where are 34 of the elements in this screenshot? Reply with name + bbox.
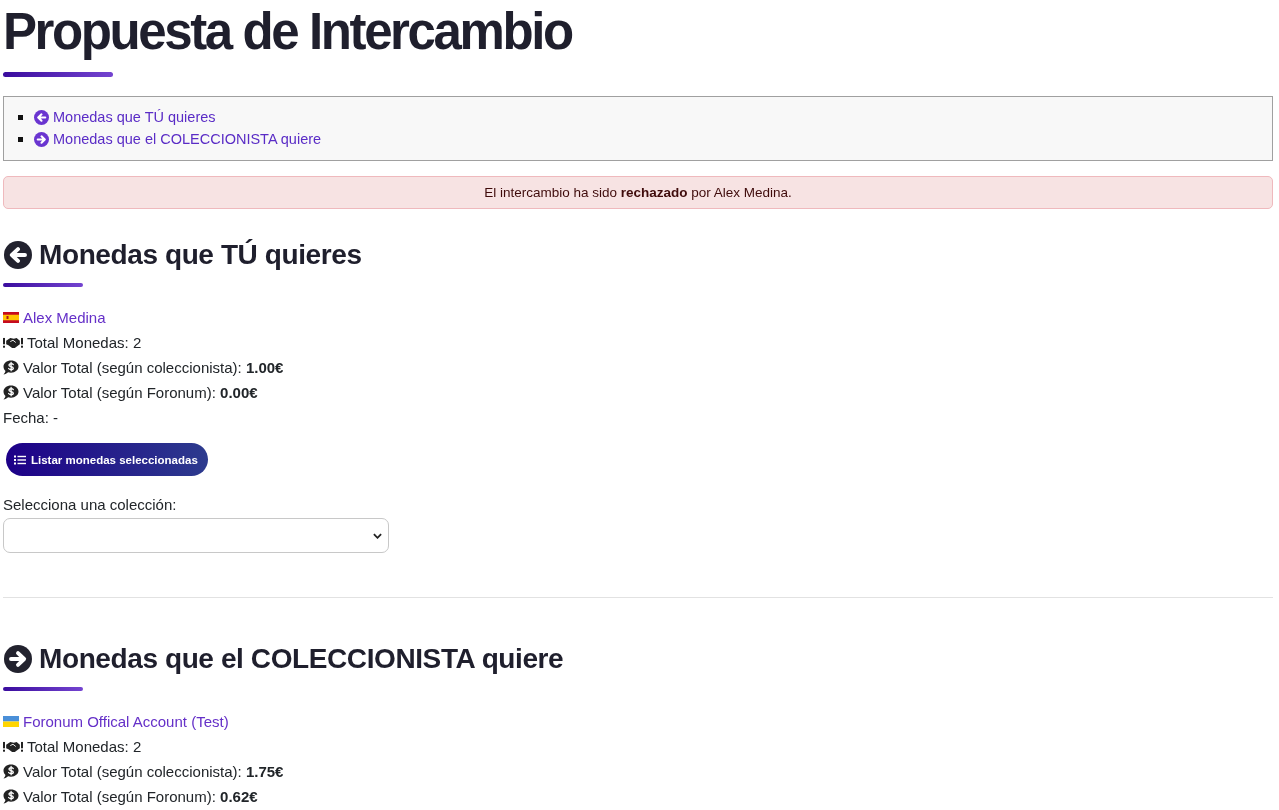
toc-link[interactable]: Monedas que TÚ quieres	[34, 109, 216, 125]
collection-select[interactable]	[3, 518, 389, 553]
info-text: Valor Total (según Foronum): 0.00€	[23, 384, 258, 401]
right-arrow-circle-icon	[4, 645, 32, 673]
chevron-down-icon	[373, 532, 382, 539]
field-label: Selecciona una colección:	[3, 496, 177, 514]
left-arrow-circle-icon	[34, 109, 49, 125]
bullet-icon	[18, 114, 23, 120]
left-arrow-circle-icon	[4, 241, 32, 269]
dollar-speech-bubble-icon	[3, 789, 19, 804]
flag-icon	[3, 716, 19, 727]
list-icon	[14, 454, 26, 465]
section-heading: Monedas que el COLECCIONISTA quiere	[39, 642, 564, 676]
user-link[interactable]: Foronum Offical Account (Test)	[23, 713, 229, 730]
list-coins-button[interactable]: Listar monedas seleccionadas	[6, 443, 208, 476]
bullet-icon	[18, 136, 23, 142]
dollar-speech-bubble-icon	[3, 385, 19, 400]
user-link[interactable]: Alex Medina	[23, 309, 106, 326]
info-text: Valor Total (según Foronum): 0.62€	[23, 788, 258, 805]
info-text: Total Monedas: 2	[27, 334, 142, 351]
toc-link[interactable]: Monedas que el COLECCIONISTA quiere	[34, 131, 322, 147]
alert-message: El intercambio ha sido rechazado por Alex Medina.	[3, 176, 1273, 209]
right-arrow-circle-icon	[34, 131, 49, 147]
info-text: Valor Total (según coleccionista): 1.75€	[23, 763, 284, 780]
info-text: Valor Total (según coleccionista): 1.00€	[23, 359, 284, 376]
handshake-icon	[3, 740, 23, 753]
info-text: Fecha: -	[3, 409, 59, 426]
info-text: Total Monedas: 2	[27, 738, 142, 755]
handshake-icon	[3, 336, 23, 349]
dollar-speech-bubble-icon	[3, 764, 19, 779]
section-heading: Monedas que TÚ quieres	[39, 238, 362, 272]
page-title: Propuesta de Intercambio	[3, 2, 572, 62]
dollar-speech-bubble-icon	[3, 360, 19, 375]
flag-icon	[3, 312, 19, 323]
